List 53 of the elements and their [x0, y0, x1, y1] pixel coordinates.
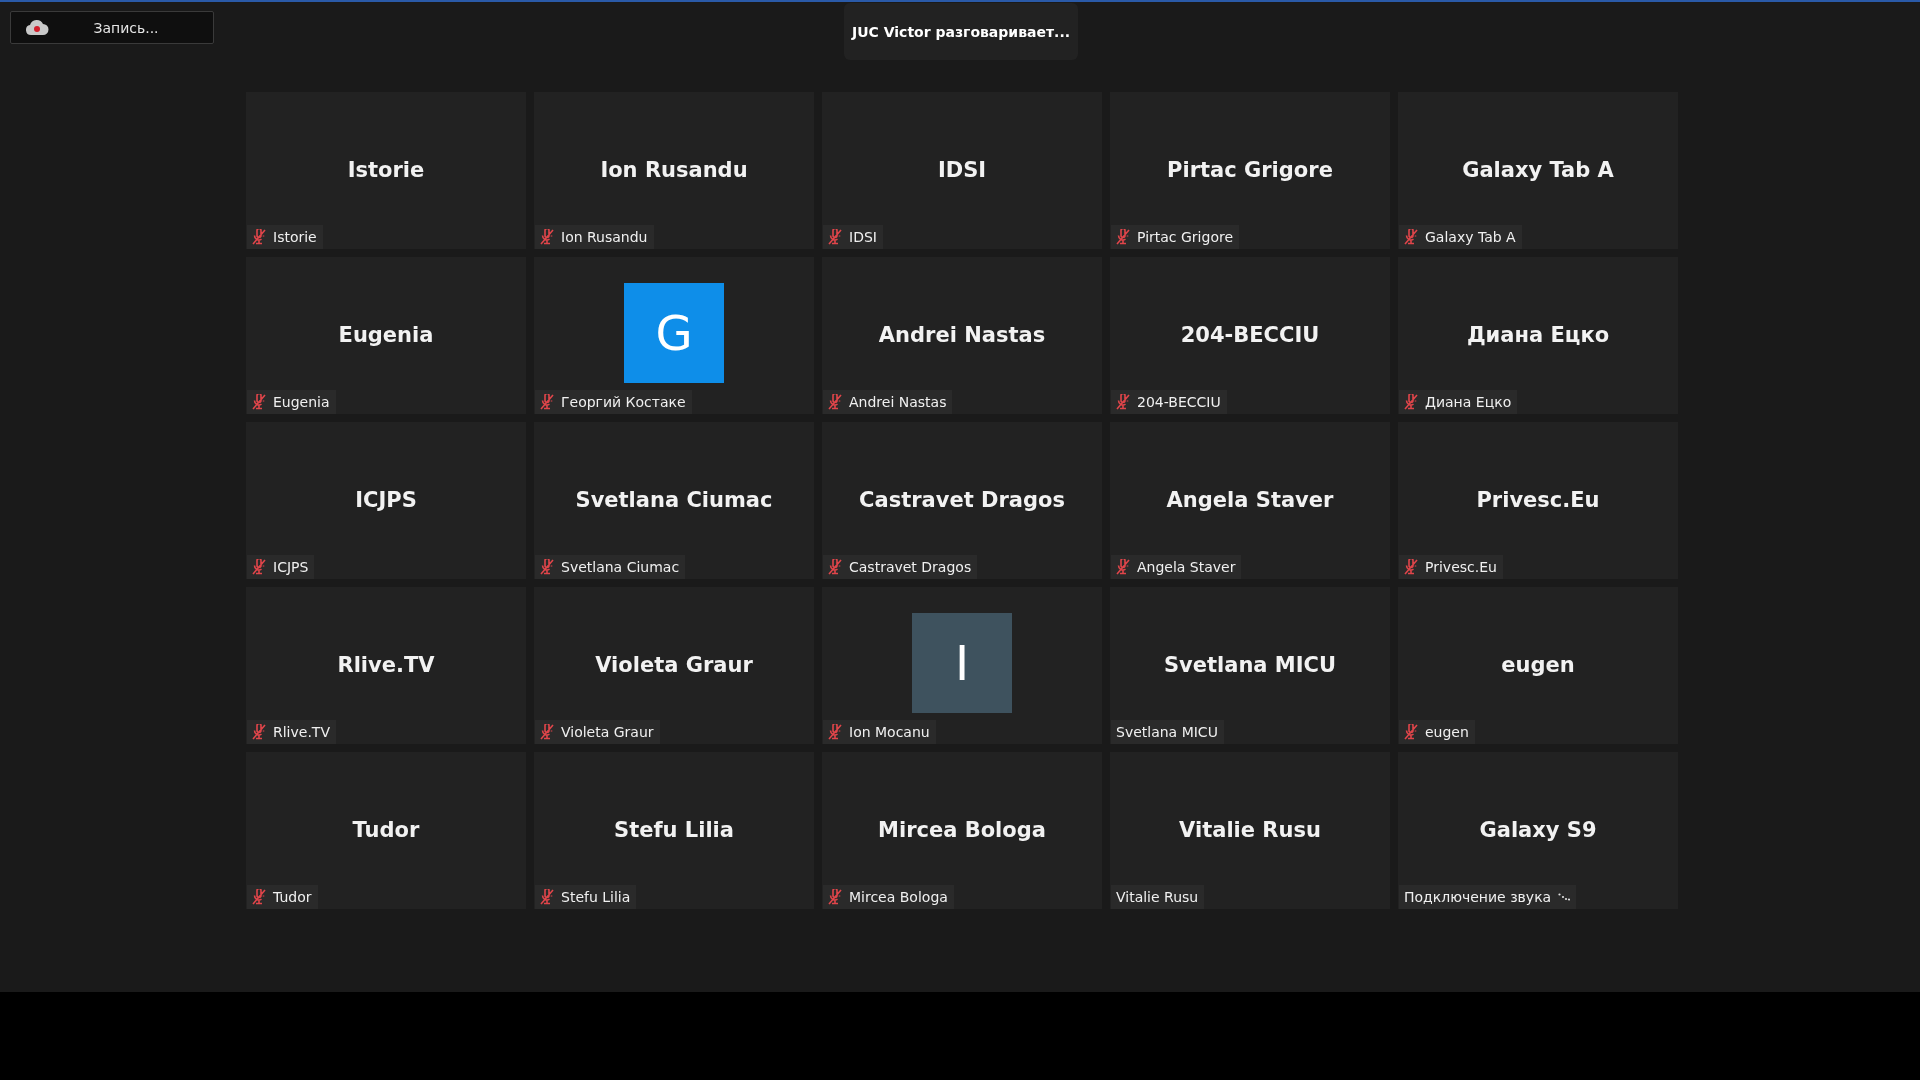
- name-label: Castravet Dragos: [823, 555, 978, 579]
- participant-name: 204-BECCIU: [1180, 321, 1320, 347]
- name-label: ICJPS: [247, 555, 315, 579]
- name-label: Pirtac Grigore: [1111, 225, 1239, 249]
- name-label: Istorie: [247, 225, 323, 249]
- name-label: Andrei Nastas: [823, 390, 953, 414]
- participant-name: Istorie: [347, 156, 425, 182]
- participant-name: Ion Rusandu: [600, 156, 748, 182]
- name-label: Violeta Graur: [535, 720, 660, 744]
- participant-name: Svetlana Ciumac: [575, 486, 773, 512]
- name-label: Svetlana Ciumac: [535, 555, 686, 579]
- participant-name: Диана Ецко: [1466, 321, 1610, 347]
- participant-name: Angela Staver: [1166, 486, 1334, 512]
- participant-name: Castravet Dragos: [859, 486, 1065, 512]
- name-label: eugen: [1399, 720, 1475, 744]
- name-label: Angela Staver: [1111, 555, 1242, 579]
- speaker-banner: JUC Victor разговаривает...: [844, 3, 1078, 60]
- participant-name: Galaxy Tab A: [1462, 156, 1614, 182]
- name-label: Tudor: [247, 885, 318, 909]
- cloud-record-icon: [25, 19, 49, 36]
- name-label: Vitalie Rusu: [1111, 885, 1205, 909]
- participant-name: IDSI: [937, 156, 987, 182]
- name-label: IDSI: [823, 225, 883, 249]
- participant-name: eugen: [1501, 651, 1575, 677]
- name-label: Galaxy Tab A: [1399, 225, 1522, 249]
- name-label: Георгий Костаке: [535, 390, 692, 414]
- participant-name: Privesc.Eu: [1476, 486, 1600, 512]
- name-label: Ion Rusandu: [535, 225, 654, 249]
- participant-name: Mircea Bologa: [878, 816, 1046, 842]
- participant-name: Pirtac Grigore: [1167, 156, 1333, 182]
- participant-name: Galaxy S9: [1479, 816, 1597, 842]
- name-label: Подключение звука: [1399, 885, 1577, 909]
- name-label: Диана Ецко: [1399, 390, 1518, 414]
- participant-name: ICJPS: [355, 486, 417, 512]
- participant-name: Vitalie Rusu: [1179, 816, 1321, 842]
- participant-name: Svetlana MICU: [1163, 651, 1337, 677]
- recording-button[interactable]: Запись...: [10, 11, 214, 44]
- avatar-tile: G: [624, 282, 724, 383]
- participant-name: Tudor: [352, 816, 420, 842]
- participant-name: Violeta Graur: [595, 651, 753, 677]
- name-label: Stefu Lilia: [535, 885, 637, 909]
- participant-name: Andrei Nastas: [878, 321, 1046, 347]
- participant-name: Stefu Lilia: [614, 816, 734, 842]
- participant-name: Eugenia: [338, 321, 434, 347]
- avatar-tile: I: [912, 612, 1012, 713]
- name-label: Rlive.TV: [247, 720, 336, 744]
- name-label: Eugenia: [247, 390, 336, 414]
- participant-name: Rlive.TV: [337, 651, 435, 677]
- name-label: Mircea Bologa: [823, 885, 954, 909]
- name-label: Svetlana MICU: [1111, 720, 1224, 744]
- name-label: Ion Mocanu: [823, 720, 936, 744]
- name-label: Privesc.Eu: [1399, 555, 1503, 579]
- name-label: 204-BECCIU: [1111, 390, 1227, 414]
